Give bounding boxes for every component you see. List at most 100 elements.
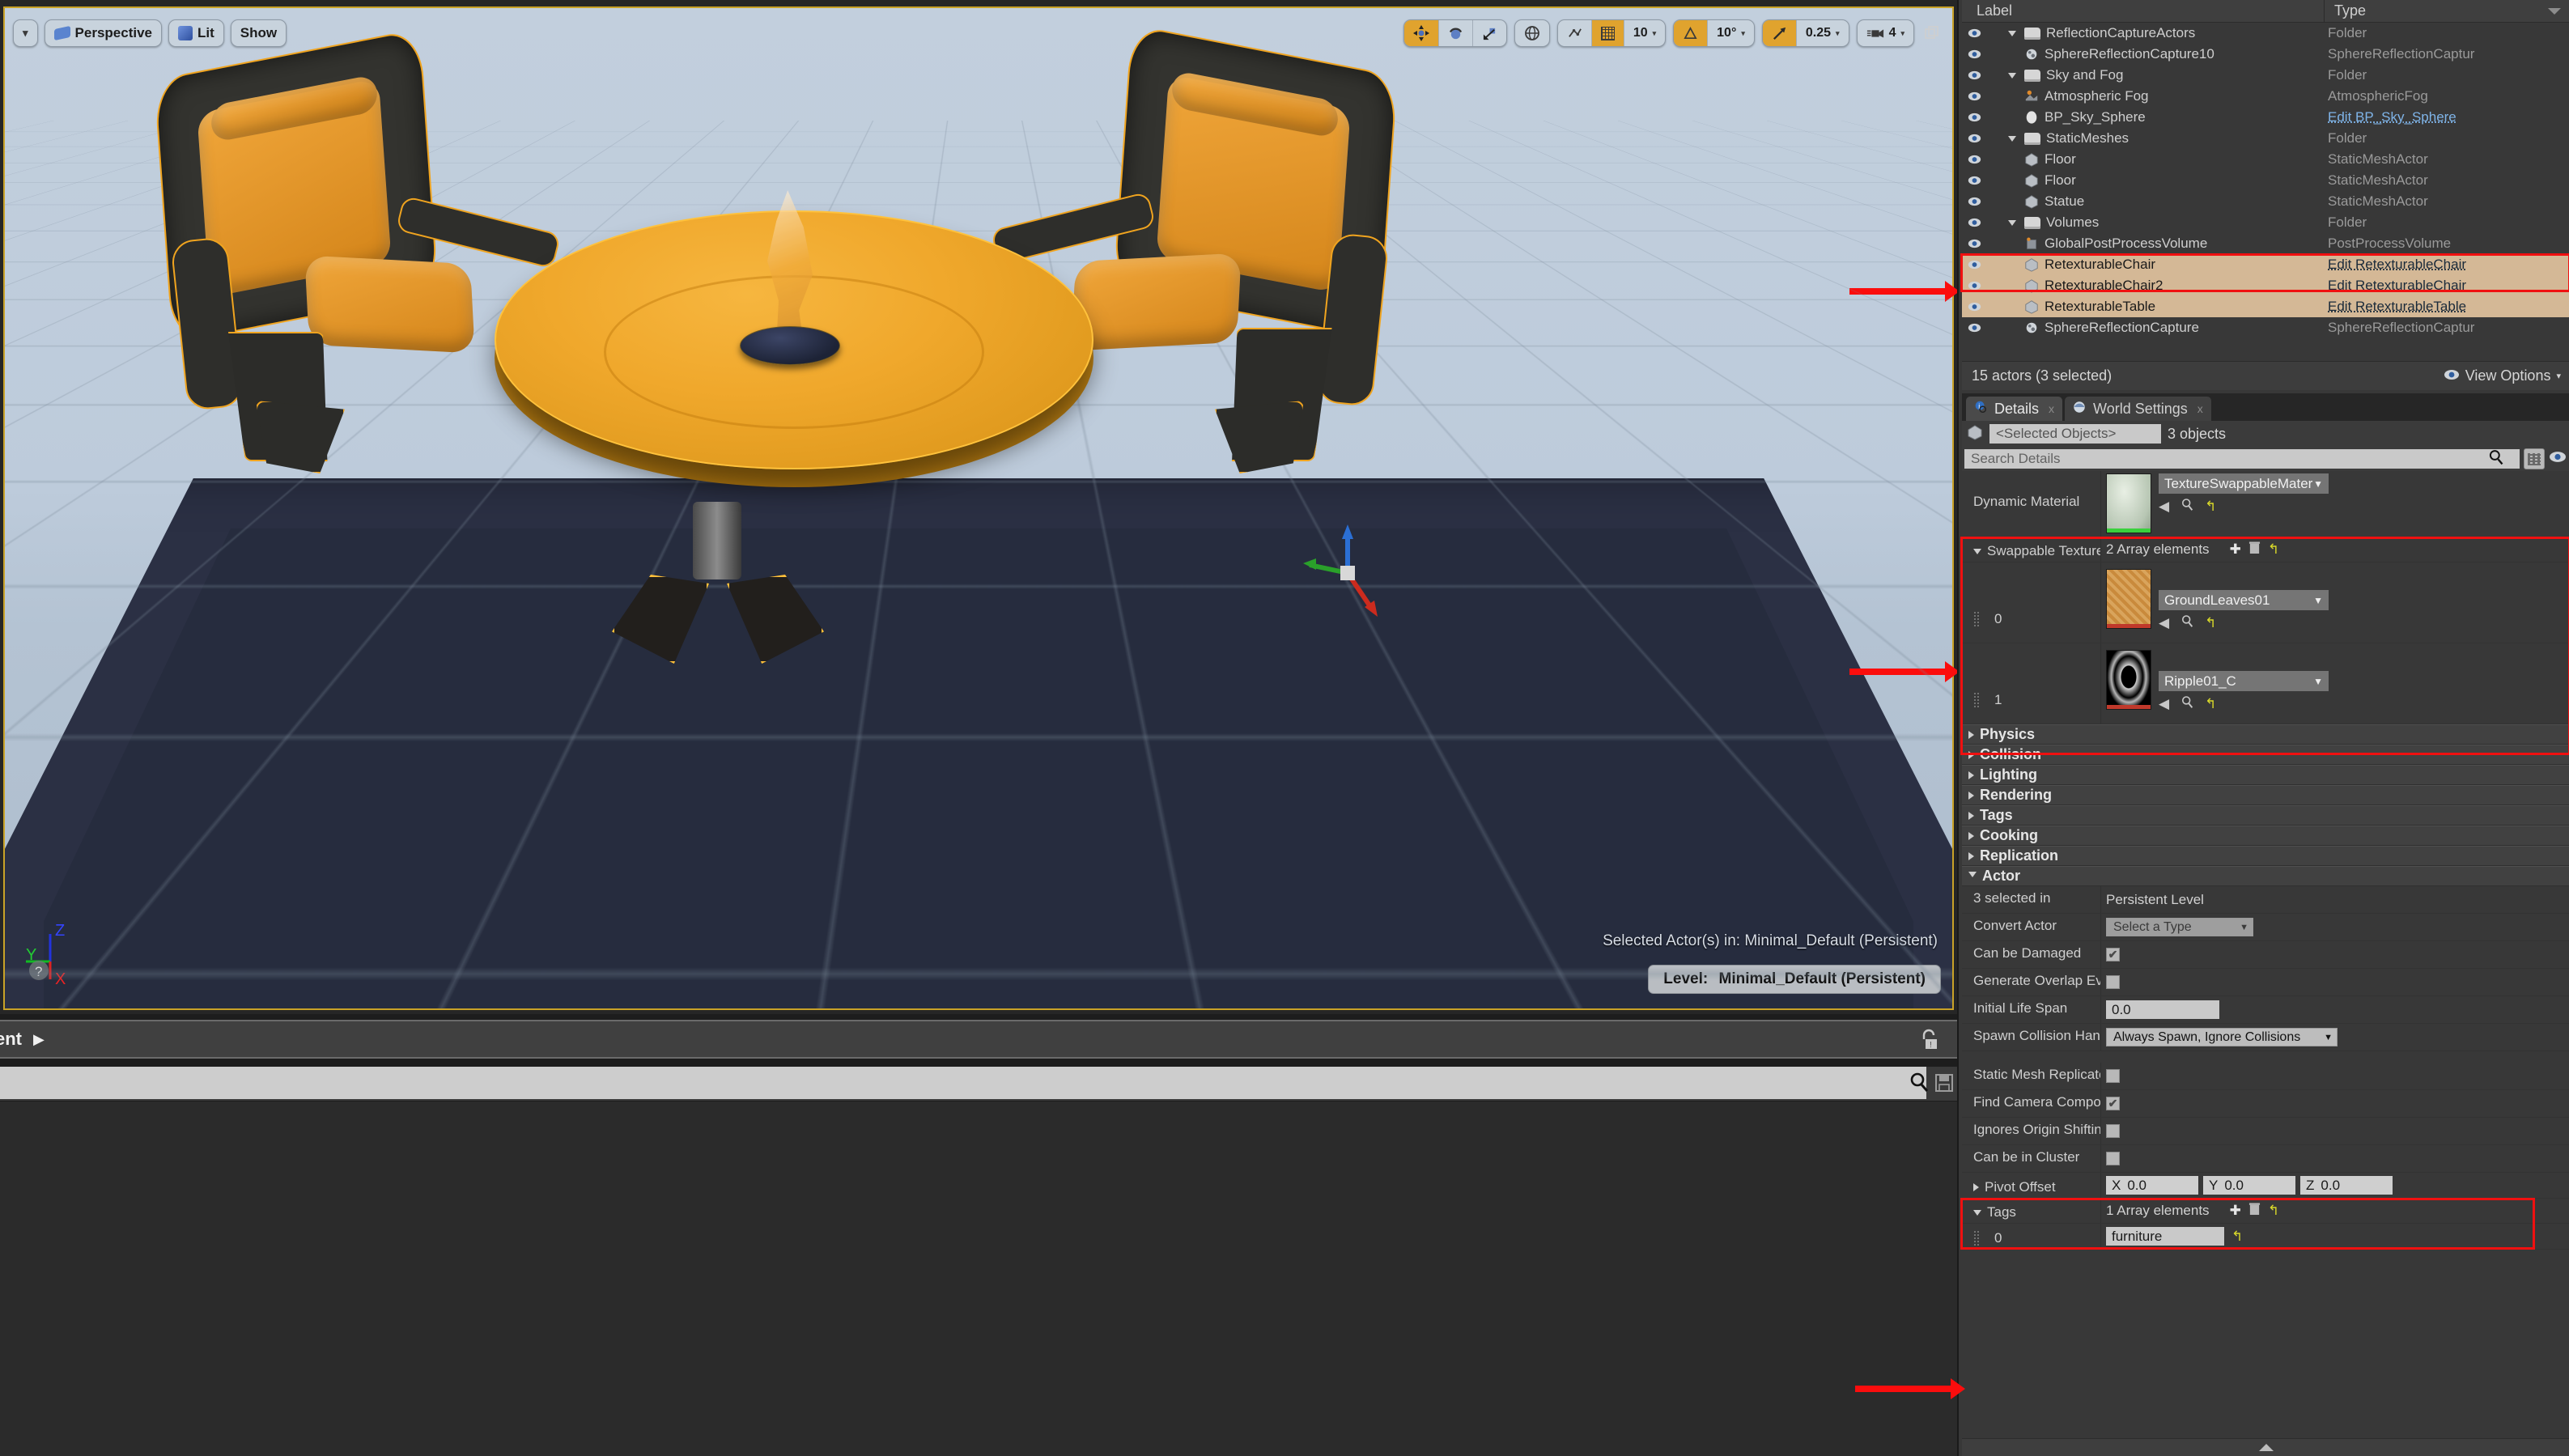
details-filter-grid-button[interactable] <box>2524 448 2545 469</box>
perspective-button[interactable]: Perspective <box>45 20 161 46</box>
viewport-menu-group[interactable]: ▾ <box>13 19 38 47</box>
scale-snap-group[interactable]: 0.25 ▾ <box>1762 19 1849 47</box>
visibility-eye-icon[interactable] <box>1962 155 1986 164</box>
current-level-chip[interactable]: Level: Minimal_Default (Persistent) <box>1648 965 1941 994</box>
prop-checkbox[interactable] <box>2106 975 2120 989</box>
prop-text-field[interactable]: 0.0 <box>2106 1000 2219 1019</box>
outliner-row[interactable]: RetexturableChairEdit RetexturableChair <box>1962 254 2569 275</box>
outliner-row[interactable]: Sky and FogFolder <box>1962 65 2569 86</box>
pivot-offset-label-cell[interactable]: Pivot Offset <box>1962 1173 2101 1198</box>
selected-objects-field[interactable]: <Selected Objects> <box>1989 424 2161 444</box>
maximize-viewport-button[interactable] <box>1921 23 1943 44</box>
details-panel-footer[interactable] <box>1962 1438 2569 1456</box>
outliner-row[interactable]: RetexturableChair2Edit RetexturableChair <box>1962 275 2569 296</box>
content-browser-search-input[interactable] <box>0 1067 1926 1099</box>
outliner-row[interactable]: FloorStaticMeshActor <box>1962 170 2569 191</box>
visibility-eye-icon[interactable] <box>1962 134 1986 143</box>
outliner-row[interactable]: ReflectionCaptureActorsFolder <box>1962 23 2569 44</box>
prop-combo[interactable]: Select a Type▼ <box>2106 918 2253 936</box>
visibility-eye-icon[interactable] <box>1962 260 1986 270</box>
3d-scene[interactable] <box>5 8 1952 1008</box>
translate-mode-button[interactable] <box>1404 20 1438 46</box>
details-search-icon[interactable] <box>2488 449 2504 469</box>
drag-handle-icon[interactable] <box>1973 1230 1980 1246</box>
tag-value-field[interactable]: furniture <box>2106 1227 2224 1246</box>
browse-to-asset-icon[interactable]: ◀ <box>2159 499 2169 515</box>
view-options-button[interactable]: View Options ▾ <box>2444 367 2561 384</box>
rotation-snap-toggle[interactable] <box>1674 20 1707 46</box>
translate-gizmo[interactable] <box>1301 523 1399 620</box>
category-physics[interactable]: Physics <box>1962 724 2569 745</box>
visibility-eye-icon[interactable] <box>1962 281 1986 291</box>
outliner-row[interactable]: Atmospheric FogAtmosphericFog <box>1962 86 2569 107</box>
outliner-row[interactable]: StaticMeshesFolder <box>1962 128 2569 149</box>
drag-handle-icon[interactable] <box>1973 611 1980 627</box>
outliner-col-label[interactable]: Label <box>1962 0 2325 22</box>
array-delete-icon[interactable] <box>2248 541 2261 558</box>
category-tags[interactable]: Tags <box>1962 805 2569 826</box>
swappable-textures-label-cell[interactable]: Swappable Textures <box>1962 537 2101 562</box>
pivot-offset-x-field[interactable]: X 0.0 <box>2106 1176 2198 1195</box>
content-browser-body[interactable] <box>0 1102 1957 1456</box>
expander-open-icon[interactable] <box>2008 220 2016 226</box>
reset-to-default-icon[interactable]: ↰ <box>2205 615 2216 631</box>
coordinate-space-group[interactable] <box>1514 19 1550 47</box>
search-icon[interactable] <box>1909 1072 1930 1097</box>
prop-combo[interactable]: Always Spawn, Ignore Collisions▼ <box>2106 1028 2338 1046</box>
array-reset-icon[interactable]: ↰ <box>2268 1203 2279 1219</box>
visibility-eye-icon[interactable] <box>1962 323 1986 333</box>
camera-speed-button[interactable]: 4 ▾ <box>1858 20 1913 46</box>
lock-icon[interactable]: ! <box>1918 1029 1939 1057</box>
outliner-row-type[interactable]: Edit RetexturableChair <box>2325 257 2569 273</box>
breadcrumb[interactable]: ent <box>0 1029 22 1050</box>
viewport-frame[interactable]: ▾ Perspective Lit <box>3 6 1954 1010</box>
texture-thumbnail[interactable] <box>2106 650 2151 710</box>
prop-checkbox[interactable] <box>2106 1152 2120 1165</box>
reset-to-default-icon[interactable]: ↰ <box>2231 1229 2243 1245</box>
prop-checkbox[interactable]: ✔ <box>2106 1097 2120 1110</box>
browse-to-asset-icon[interactable]: ◀ <box>2159 696 2169 712</box>
array-add-icon[interactable]: ✚ <box>2230 1203 2241 1219</box>
save-icon[interactable] <box>1934 1073 1954 1097</box>
scale-snap-value-button[interactable]: 0.25 ▾ <box>1796 20 1849 46</box>
outliner-row[interactable]: SphereReflectionCapture10SphereReflectio… <box>1962 44 2569 65</box>
camera-speed-group[interactable]: 4 ▾ <box>1857 19 1914 47</box>
category-replication[interactable]: Replication <box>1962 846 2569 866</box>
find-asset-icon[interactable] <box>2180 614 2193 631</box>
texture-asset-combo[interactable]: Ripple01_C▼ <box>2159 671 2329 691</box>
grid-snap-toggle[interactable] <box>1591 20 1624 46</box>
outliner-row[interactable]: SphereReflectionCaptureSphereReflectionC… <box>1962 317 2569 338</box>
pivot-offset-z-field[interactable]: Z 0.0 <box>2300 1176 2393 1195</box>
details-search-input[interactable]: Search Details <box>1964 449 2520 469</box>
visibility-eye-icon[interactable] <box>1962 302 1986 312</box>
show-group[interactable]: Show <box>231 19 287 47</box>
outliner-row-list[interactable]: ReflectionCaptureActorsFolderSphereRefle… <box>1962 23 2569 338</box>
world-space-button[interactable] <box>1515 20 1549 46</box>
outliner-row[interactable]: GlobalPostProcessVolumePostProcessVolume <box>1962 233 2569 254</box>
visibility-eye-icon[interactable] <box>1962 239 1986 248</box>
visibility-eye-icon[interactable] <box>1962 70 1986 80</box>
category-lighting[interactable]: Lighting <box>1962 765 2569 785</box>
category-rendering[interactable]: Rendering <box>1962 785 2569 805</box>
drag-handle-icon[interactable] <box>1973 692 1980 708</box>
expander-open-icon[interactable] <box>2008 31 2016 36</box>
outliner-row-type[interactable]: Edit RetexturableChair <box>2325 278 2569 294</box>
dynamic-material-combo[interactable]: TextureSwappableMaterial ▼ <box>2159 473 2329 494</box>
prop-checkbox[interactable] <box>2106 1124 2120 1138</box>
outliner-row[interactable]: RetexturableTableEdit RetexturableTable <box>1962 296 2569 317</box>
category-collision[interactable]: Collision <box>1962 745 2569 765</box>
category-cooking[interactable]: Cooking <box>1962 826 2569 846</box>
array-add-icon[interactable]: ✚ <box>2230 541 2241 558</box>
pivot-offset-y-field[interactable]: Y 0.0 <box>2203 1176 2295 1195</box>
reset-to-default-icon[interactable]: ↰ <box>2205 696 2216 712</box>
viewmode-group[interactable]: Lit <box>168 19 224 47</box>
texture-asset-combo[interactable]: GroundLeaves01▼ <box>2159 590 2329 610</box>
grid-snap-group[interactable]: 10 ▾ <box>1557 19 1666 47</box>
outliner-row[interactable]: FloorStaticMeshActor <box>1962 149 2569 170</box>
statue-actor[interactable] <box>685 190 895 376</box>
visibility-eye-icon[interactable] <box>1962 112 1986 122</box>
grid-snap-value-button[interactable]: 10 ▾ <box>1624 20 1665 46</box>
visibility-eye-icon[interactable] <box>1962 91 1986 101</box>
scale-snap-toggle[interactable] <box>1763 20 1796 46</box>
scale-mode-button[interactable] <box>1472 20 1506 46</box>
